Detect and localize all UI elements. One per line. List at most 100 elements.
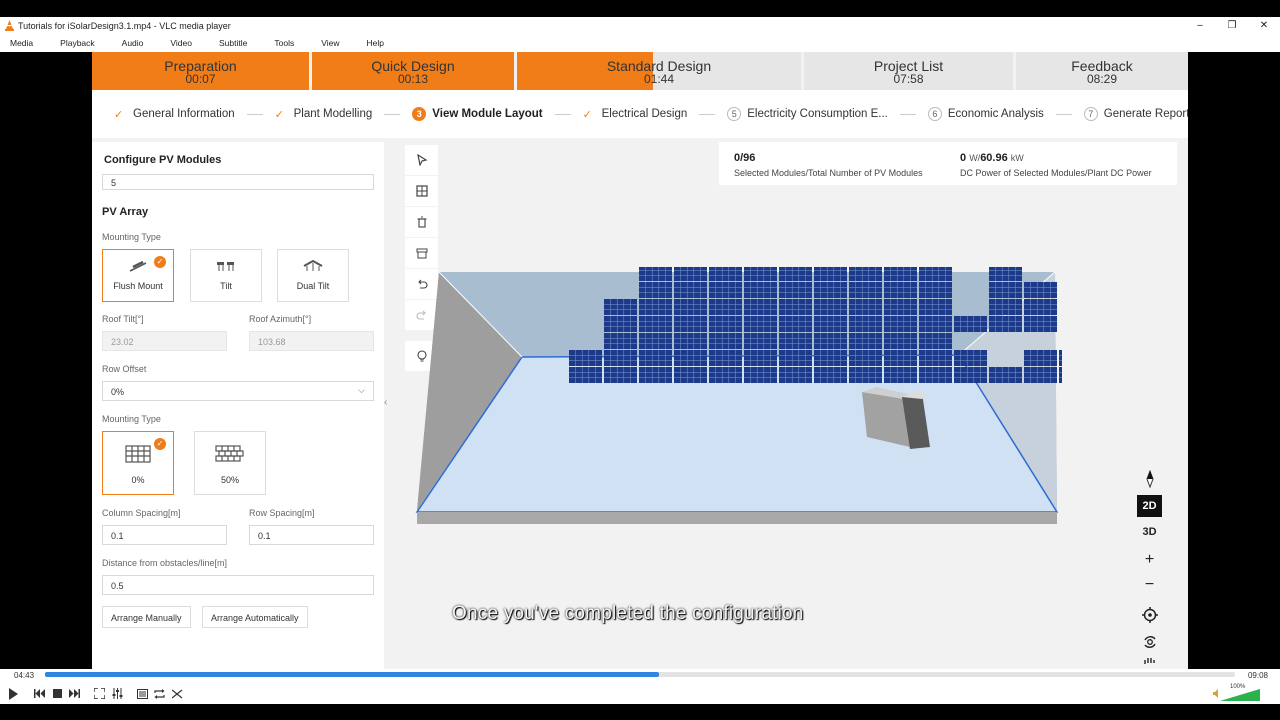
collapse-panel-icon[interactable]: ‹ [384, 397, 394, 421]
offset-50-option[interactable]: 50% [194, 431, 266, 495]
step-electrical-design[interactable]: ✓ Electrical Design [583, 108, 728, 121]
pv-module[interactable] [709, 333, 742, 349]
menu-media[interactable]: Media [10, 38, 33, 48]
trash-icon[interactable] [405, 207, 438, 237]
maximize-button[interactable]: ❐ [1216, 20, 1248, 31]
pv-module[interactable] [919, 299, 952, 315]
pv-module[interactable] [604, 350, 637, 366]
video-frame[interactable]: Preparation 00:07 Quick Design 00:13 Sta… [92, 52, 1188, 669]
shuffle-icon[interactable] [170, 686, 184, 701]
pv-module[interactable] [709, 350, 742, 366]
offset-0-option[interactable]: ✓ 0% [102, 431, 174, 495]
chapter-project-list[interactable]: Project List 07:58 [804, 52, 1013, 90]
close-button[interactable]: ✕ [1248, 20, 1280, 31]
view-2d-button[interactable]: 2D [1137, 495, 1162, 517]
pv-module[interactable] [1024, 316, 1057, 332]
previous-icon[interactable] [32, 686, 48, 701]
pv-module[interactable] [709, 367, 742, 383]
pv-module[interactable] [779, 350, 812, 366]
fullscreen-icon[interactable] [92, 686, 106, 701]
pv-module[interactable] [954, 350, 987, 366]
pv-module[interactable] [814, 350, 847, 366]
grid-icon[interactable] [405, 176, 438, 206]
pv-module[interactable] [814, 282, 847, 298]
zoom-out-button[interactable]: − [1137, 574, 1162, 596]
pv-module[interactable] [849, 282, 882, 298]
flush-mount-option[interactable]: ✓ Flush Mount [102, 249, 174, 302]
pv-module[interactable] [604, 333, 637, 349]
step-generate-report[interactable]: 7 Generate Report [1083, 107, 1188, 121]
pv-module[interactable] [744, 367, 777, 383]
pv-module[interactable] [674, 282, 707, 298]
pv-module[interactable] [709, 267, 742, 281]
module-count-field[interactable]: 5 [102, 174, 374, 190]
pv-module[interactable] [814, 333, 847, 349]
pv-module[interactable] [1024, 367, 1057, 383]
pv-module[interactable] [989, 316, 1022, 332]
pv-module[interactable] [884, 333, 917, 349]
pv-module[interactable] [639, 350, 672, 366]
extended-settings-icon[interactable] [110, 686, 124, 701]
step-economic-analysis[interactable]: 6 Economic Analysis [927, 107, 1084, 121]
pv-module[interactable] [919, 316, 952, 332]
pv-module[interactable] [709, 316, 742, 332]
pv-module[interactable] [744, 299, 777, 315]
pv-module[interactable] [744, 333, 777, 349]
pv-module[interactable] [779, 367, 812, 383]
pv-module[interactable] [674, 267, 707, 281]
pv-module[interactable] [744, 350, 777, 366]
roof-layout-canvas[interactable] [412, 267, 1062, 527]
pv-module[interactable] [1024, 282, 1057, 298]
volume-slider[interactable]: 100% [1220, 684, 1270, 701]
pv-module[interactable] [849, 367, 882, 383]
chapter-feedback[interactable]: Feedback 08:29 [1016, 52, 1188, 90]
chapter-quick-design[interactable]: Quick Design 00:13 [312, 52, 514, 90]
menu-video[interactable]: Video [170, 38, 192, 48]
pv-module[interactable] [919, 367, 952, 383]
step-general-information[interactable]: ✓ General Information [114, 108, 275, 121]
pv-module[interactable] [709, 299, 742, 315]
loop-icon[interactable] [152, 686, 166, 701]
select-icon[interactable] [405, 145, 438, 175]
pv-module[interactable] [639, 267, 672, 281]
pv-module[interactable] [989, 299, 1022, 315]
pv-module[interactable] [779, 282, 812, 298]
pv-module[interactable] [639, 367, 672, 383]
pv-module[interactable] [954, 316, 987, 332]
pv-module[interactable] [674, 367, 707, 383]
pv-module[interactable] [849, 299, 882, 315]
pv-module[interactable] [744, 282, 777, 298]
pv-module[interactable] [674, 333, 707, 349]
row-offset-select[interactable]: 0% ⌵ [102, 381, 374, 401]
column-spacing-field[interactable]: 0.1 [102, 525, 227, 545]
pv-module[interactable] [639, 333, 672, 349]
pv-module[interactable] [1024, 299, 1057, 315]
menu-tools[interactable]: Tools [274, 38, 294, 48]
pv-module[interactable] [849, 350, 882, 366]
chapter-standard-design[interactable]: Standard Design 01:44 [517, 52, 801, 90]
pv-module[interactable] [954, 367, 987, 383]
playlist-icon[interactable] [135, 686, 149, 701]
menu-subtitle[interactable]: Subtitle [219, 38, 247, 48]
pv-module[interactable] [569, 367, 602, 383]
pv-module[interactable] [884, 316, 917, 332]
zoom-in-button[interactable]: + [1137, 549, 1162, 571]
pv-module[interactable] [814, 316, 847, 332]
pv-module[interactable] [884, 282, 917, 298]
menu-help[interactable]: Help [366, 38, 383, 48]
step-plant-modelling[interactable]: ✓ Plant Modelling [275, 108, 413, 121]
pv-module[interactable] [814, 267, 847, 281]
pv-module[interactable] [674, 350, 707, 366]
pv-module[interactable] [989, 267, 1022, 281]
pv-module[interactable] [639, 299, 672, 315]
pv-module[interactable] [884, 299, 917, 315]
pan-hand-icon[interactable] [1137, 655, 1162, 669]
stop-icon[interactable] [50, 686, 64, 701]
menu-playback[interactable]: Playback [60, 38, 95, 48]
menu-view[interactable]: View [321, 38, 339, 48]
step-electricity-consumption[interactable]: 5 Electricity Consumption E... [727, 107, 928, 121]
pv-module[interactable] [849, 333, 882, 349]
pv-module[interactable] [919, 350, 952, 366]
pv-module[interactable] [884, 350, 917, 366]
pv-module[interactable] [674, 316, 707, 332]
